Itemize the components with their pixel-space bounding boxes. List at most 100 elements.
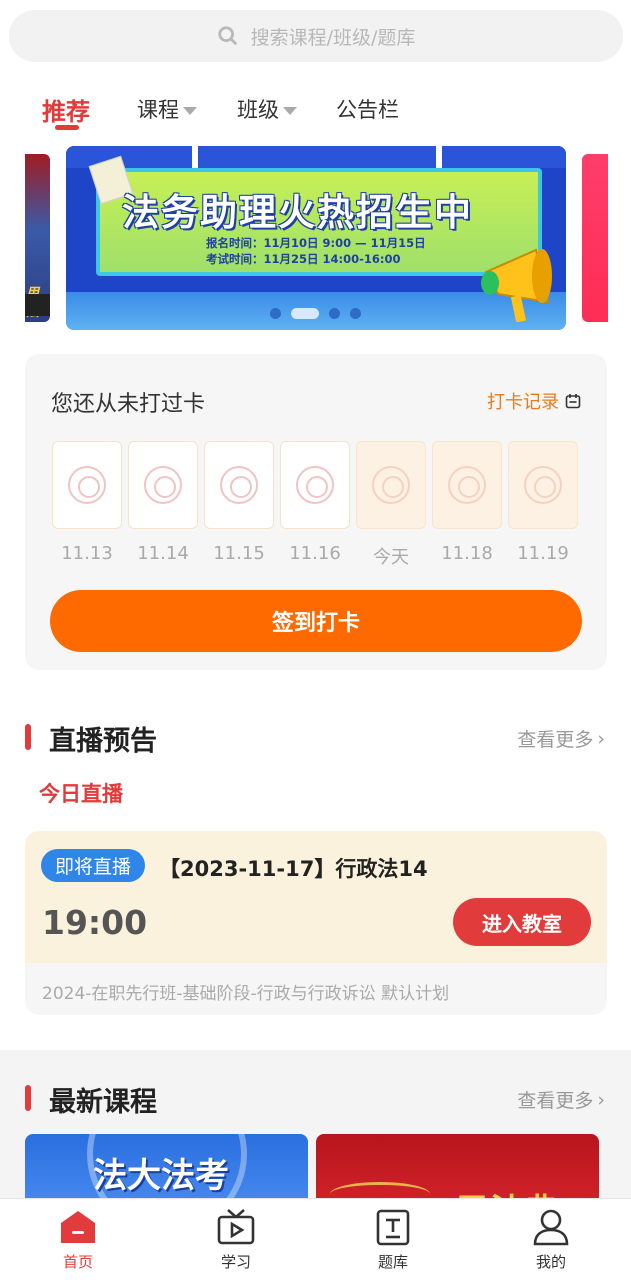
checkin-day: 11.14 <box>128 441 198 564</box>
day-label: 11.15 <box>213 543 265 564</box>
banner-info: 报名时间：11月10日 9:00 — 11月15日 考试时间：11月25日 14… <box>206 235 426 267</box>
nav-label: 题库 <box>377 1253 408 1271</box>
banner-post <box>192 146 198 168</box>
enter-classroom-button[interactable]: 进入教室 <box>453 898 591 946</box>
banner-line-signup: 报名时间：11月10日 9:00 — 11月15日 <box>206 236 426 250</box>
tab-recommend[interactable]: 推荐 <box>42 92 90 127</box>
live-more-link[interactable]: 查看更多 › <box>517 725 605 752</box>
nav-label: 我的 <box>535 1253 566 1271</box>
live-time: 19:00 <box>42 903 148 942</box>
carousel-dot[interactable] <box>270 308 281 319</box>
nav-item-question-bank[interactable]: 题库 <box>353 1207 433 1272</box>
checkin-day: 11.19 <box>508 441 578 564</box>
day-stamp-box <box>432 441 502 529</box>
live-card[interactable]: 即将直播 【2023-11-17】行政法14 19:00 进入教室 2024-在… <box>25 831 607 1015</box>
tab-label: 公告栏 <box>336 98 399 122</box>
seal-icon <box>68 466 106 504</box>
more-label: 查看更多 <box>517 729 594 751</box>
checkin-day: 11.18 <box>432 441 502 564</box>
user-icon <box>531 1207 571 1247</box>
checkin-day: 11.15 <box>204 441 274 564</box>
day-label: 11.18 <box>441 543 493 564</box>
tab-label: 班级 <box>237 98 279 122</box>
banner-topbar <box>66 146 566 168</box>
more-label: 查看更多 <box>517 1090 594 1112</box>
section-marker <box>25 1085 31 1111</box>
day-stamp-box <box>356 441 426 529</box>
banner-next-peek[interactable] <box>582 154 608 322</box>
day-stamp-box <box>52 441 122 529</box>
tab-classes[interactable]: 班级 <box>237 94 297 124</box>
carousel-dots <box>270 308 361 319</box>
day-stamp-box <box>204 441 274 529</box>
banner-line-exam: 考试时间：11月25日 14:00-16:00 <box>206 252 401 266</box>
section-title: 直播预告 <box>49 726 157 757</box>
checkin-day-today: 今天 <box>356 441 426 569</box>
chevron-right-icon: › <box>597 1088 605 1111</box>
checkin-days: 11.13 11.14 11.15 11.16 今天 11.18 11.19 <box>52 441 582 571</box>
checkin-day: 11.13 <box>52 441 122 564</box>
today-live-label: 今日直播 <box>39 782 123 806</box>
banner-prev-peek[interactable]: 用法 <box>25 154 50 322</box>
bottom-nav: 首页 学习 题库 我的 <box>0 1198 631 1280</box>
day-stamp-box <box>508 441 578 529</box>
seal-icon <box>372 466 410 504</box>
day-label: 11.14 <box>137 543 189 564</box>
checkin-card: 您还从未打过卡 打卡记录 11.13 11.14 11.15 11.16 今天 … <box>25 354 607 670</box>
carousel-dot[interactable] <box>329 308 340 319</box>
day-stamp-box <box>128 441 198 529</box>
checkin-button[interactable]: 签到打卡 <box>50 590 582 652</box>
search-bar[interactable]: 搜索课程/班级/题库 <box>9 10 623 62</box>
home-icon <box>58 1207 98 1247</box>
tab-bulletin[interactable]: 公告栏 <box>336 94 399 124</box>
banner-slide[interactable]: 法务助理火热招生中 报名时间：11月10日 9:00 — 11月15日 考试时间… <box>66 146 566 330</box>
nav-label: 学习 <box>220 1253 251 1271</box>
top-tabs: 推荐 课程 班级 公告栏 <box>0 84 631 140</box>
nav-item-home[interactable]: 首页 <box>38 1207 118 1272</box>
live-section-header: 直播预告 查看更多 › <box>25 717 607 757</box>
nav-item-study[interactable]: 学习 <box>196 1207 276 1272</box>
tab-courses[interactable]: 课程 <box>137 94 197 124</box>
checkin-title: 您还从未打过卡 <box>51 392 206 417</box>
search-placeholder: 搜索课程/班级/题库 <box>250 26 416 49</box>
day-label: 11.16 <box>289 543 341 564</box>
banner-carousel[interactable]: 用法 法务助理火热招生中 报名时间：11月10日 9:00 — 11月15日 考… <box>0 146 631 332</box>
seal-icon <box>448 466 486 504</box>
record-label: 打卡记录 <box>487 392 559 413</box>
checkin-day: 11.16 <box>280 441 350 564</box>
live-title: 【2023-11-17】行政法14 <box>159 857 428 881</box>
status-badge: 即将直播 <box>41 849 146 882</box>
newest-section-header: 最新课程 查看更多 › <box>25 1078 607 1118</box>
seal-icon <box>524 466 562 504</box>
seal-icon <box>296 466 334 504</box>
day-label: 11.19 <box>517 543 569 564</box>
video-icon <box>216 1207 256 1247</box>
carousel-dot-active[interactable] <box>291 308 319 319</box>
live-subtitle: 2024-在职先行班-基础阶段-行政与行政诉讼 默认计划 <box>42 984 450 1004</box>
caret-down-icon <box>283 107 297 115</box>
newest-more-link[interactable]: 查看更多 › <box>517 1086 605 1113</box>
nav-item-mine[interactable]: 我的 <box>511 1207 591 1272</box>
question-bank-icon <box>373 1207 413 1247</box>
banner-headline: 法务助理火热招生中 <box>122 191 473 234</box>
section-marker <box>25 724 31 750</box>
tab-label: 课程 <box>137 98 179 122</box>
megaphone-icon <box>481 248 552 322</box>
day-label: 今天 <box>373 547 409 568</box>
search-icon <box>217 26 237 46</box>
section-title: 最新课程 <box>49 1087 157 1118</box>
calendar-icon <box>565 394 581 409</box>
chevron-right-icon: › <box>597 727 605 750</box>
carousel-dot[interactable] <box>350 308 361 319</box>
peek-strip <box>25 294 50 316</box>
course-card-title: 法大法考 <box>93 1156 229 1196</box>
seal-icon <box>220 466 258 504</box>
checkin-record-link[interactable]: 打卡记录 <box>487 388 581 414</box>
banner-post <box>436 146 442 168</box>
tab-label: 推荐 <box>42 98 90 126</box>
nav-label: 首页 <box>62 1253 93 1271</box>
day-stamp-box <box>280 441 350 529</box>
caret-down-icon <box>183 107 197 115</box>
tab-active-indicator <box>55 125 79 130</box>
day-label: 11.13 <box>61 543 113 564</box>
